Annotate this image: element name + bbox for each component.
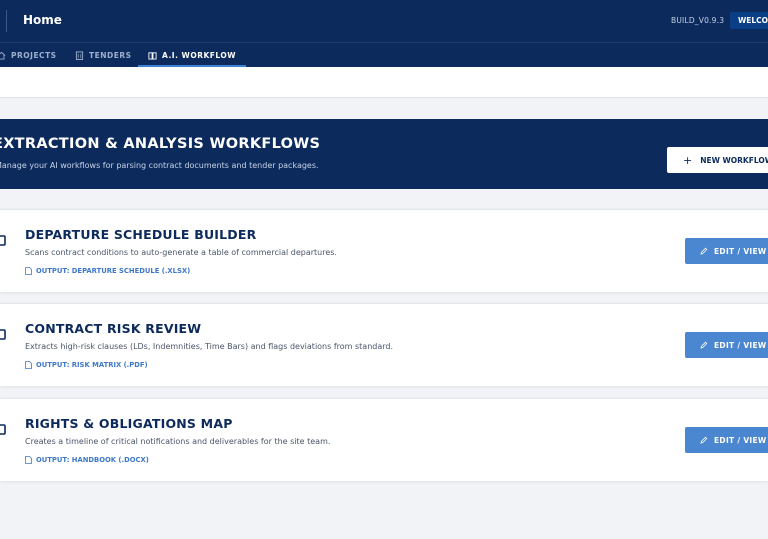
hero-banner: EXTRACTION & ANALYSIS WORKFLOWS Manage y… — [0, 119, 768, 189]
pencil-icon — [700, 436, 708, 444]
workflow-card: CONTRACT RISK REVIEW Extracts high-risk … — [0, 303, 768, 386]
workflow-card: RIGHTS & OBLIGATIONS MAP Creates a timel… — [0, 398, 768, 481]
hero-subtitle: Manage your AI workflows for parsing con… — [0, 161, 319, 170]
hero-title: EXTRACTION & ANALYSIS WORKFLOWS — [0, 136, 321, 152]
home-icon — [0, 51, 6, 60]
edit-view-label: EDIT / VIEW — [714, 246, 767, 256]
workflow-title: DEPARTURE SCHEDULE BUILDER — [25, 227, 257, 242]
top-bar: Home BUILD_V0.9.3 WELCOME — [0, 0, 768, 42]
new-workflow-label: NEW WORKFLOW — [700, 155, 768, 165]
workflow-output-label: OUTPUT: RISK MATRIX (.PDF) — [36, 361, 148, 369]
plus-icon: + — [683, 153, 693, 167]
page-title: Home — [23, 13, 62, 27]
pencil-icon — [700, 247, 708, 255]
tab-tenders[interactable]: TENDERS — [75, 43, 132, 68]
build-version: BUILD_V0.9.3 — [671, 16, 725, 25]
building-icon — [75, 51, 84, 60]
nav-bar: PROJECTS TENDERS A.I. WORKFLOW — [0, 42, 768, 68]
tab-projects-label: PROJECTS — [11, 51, 57, 60]
tab-ai-workflow-label: A.I. WORKFLOW — [162, 51, 237, 60]
document-icon — [0, 235, 6, 246]
workflow-output: OUTPUT: DEPARTURE SCHEDULE (.XLSX) — [25, 267, 190, 275]
welcome-button[interactable]: WELCOME — [730, 12, 768, 29]
workflow-title: CONTRACT RISK REVIEW — [25, 321, 202, 336]
workflow-output: OUTPUT: HANDBOOK (.DOCX) — [25, 456, 149, 464]
workflow-output: OUTPUT: RISK MATRIX (.PDF) — [25, 361, 148, 369]
workflow-title: RIGHTS & OBLIGATIONS MAP — [25, 416, 233, 431]
pencil-icon — [700, 341, 708, 349]
tab-projects[interactable]: PROJECTS — [0, 43, 57, 68]
file-icon — [25, 456, 32, 464]
edit-view-button[interactable]: EDIT / VIEW — [685, 238, 768, 264]
edit-view-button[interactable]: EDIT / VIEW — [685, 332, 768, 358]
workflow-description: Scans contract conditions to auto-genera… — [25, 248, 337, 257]
document-icon — [0, 424, 6, 435]
workflow-description: Extracts high-risk clauses (LDs, Indemni… — [25, 342, 394, 351]
edit-view-button[interactable]: EDIT / VIEW — [685, 427, 768, 453]
edit-view-label: EDIT / VIEW — [714, 435, 767, 445]
workflow-output-label: OUTPUT: DEPARTURE SCHEDULE (.XLSX) — [36, 267, 191, 275]
document-icon — [0, 329, 6, 340]
tab-tenders-label: TENDERS — [89, 51, 132, 60]
header-divider — [6, 10, 7, 32]
workflow-card: DEPARTURE SCHEDULE BUILDER Scans contrac… — [0, 209, 768, 292]
tab-ai-workflow[interactable]: A.I. WORKFLOW — [138, 43, 247, 68]
toolbar-strip — [0, 67, 768, 98]
new-workflow-button[interactable]: + NEW WORKFLOW — [667, 147, 768, 173]
workflow-output-label: OUTPUT: HANDBOOK (.DOCX) — [36, 456, 149, 464]
file-icon — [25, 267, 32, 275]
workflow-description: Creates a timeline of critical notificat… — [25, 437, 331, 446]
book-icon — [148, 52, 157, 60]
edit-view-label: EDIT / VIEW — [714, 340, 767, 350]
file-icon — [25, 361, 32, 369]
